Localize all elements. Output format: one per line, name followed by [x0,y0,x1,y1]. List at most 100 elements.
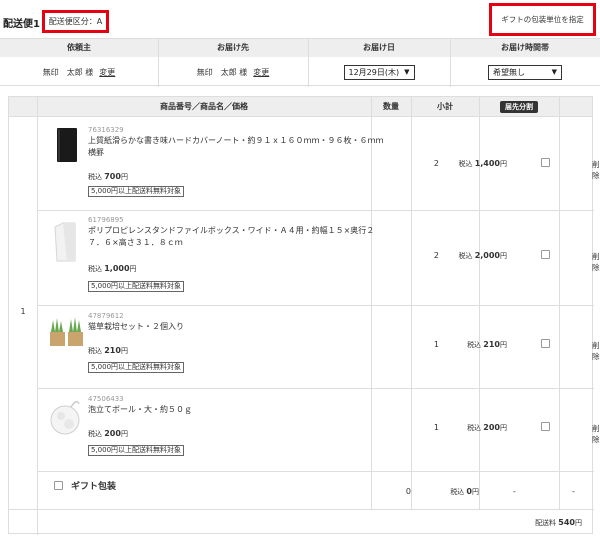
product-price: 税込 700円 [88,172,128,182]
divider [9,509,594,510]
shipping-fee-label: 配送料 [535,519,557,527]
subtotal-prefix: 税込 [467,341,482,349]
product-code: 61796895 [88,216,124,224]
product-code: 47879612 [88,312,124,320]
free-shipping-note: 5,000円以上配送料無料対象 [88,445,185,456]
subtotal-prefix: 税込 [458,252,473,260]
header-split-cell: 届先分割 [479,97,559,117]
time-cell: 希望無し ▼ [450,57,600,87]
sender-cell: 無印 太郎 様 変更 [0,57,158,87]
subtotal-prefix: 税込 [458,160,473,168]
gift-wrap-checkbox[interactable] [54,481,63,490]
free-shipping-note: 5,000円以上配送料無料対象 [88,362,185,373]
file-box-thumbnail [54,222,76,262]
caret-down-icon: ▼ [404,68,410,76]
date-cell: 12月29日(木) ▼ [308,57,450,87]
caret-down-icon: ▼ [551,68,557,76]
quantity: 1 [433,423,439,432]
product-code: 76316329 [88,126,124,134]
group-number: 1 [20,307,26,316]
quantity: 2 [433,159,439,168]
delivery-info-table: 依頼主 お届け先 お届け日 お届け時間帯 無印 太郎 様 変更 無印 太郎 様 … [0,38,600,87]
product-name[interactable]: 上質紙滑らかな書き味ハードカバーノート・約９１ｘ１６０ｍｍ・９６枚・６ｍｍ横罫 [88,135,388,159]
delete-link[interactable]: 削除 [592,423,600,445]
subtotal-unit: 円 [500,160,507,168]
product-code: 47506433 [88,395,124,403]
subtotal-unit: 円 [472,488,479,496]
delivery-time-value: 希望無し [493,67,525,77]
price-unit: 円 [120,347,128,355]
header-qty: 数量 [383,102,399,111]
subtotal-value: 210 [483,340,500,349]
gift-split-value: - [513,487,516,496]
info-col-date: お届け日 [363,43,395,52]
subtotal-value: 200 [483,423,500,432]
split-checkbox[interactable] [541,339,550,348]
subtotal-prefix: 税込 [450,488,465,496]
shipping-fee: 配送料 540円 [535,518,582,528]
subtotal-unit: 円 [500,252,507,260]
table-row: 47879612 猫草栽培セット・２個入り 税込 210円 5,000円以上配送… [37,306,600,388]
header-split: 届先分割 [500,100,538,113]
split-checkbox[interactable] [541,250,550,259]
delete-link[interactable]: 削除 [592,340,600,362]
sender-name: 無印 太郎 様 [42,67,94,77]
recipient-change-link[interactable]: 変更 [253,67,269,78]
notebook-thumbnail [57,128,77,162]
subtotal-unit: 円 [500,341,507,349]
product-price: 税込 1,000円 [88,264,137,274]
subtotal: 税込 2,000円 [439,251,507,261]
subtotal-prefix: 税込 [467,424,482,432]
table-row: 47506433 泡立てボール・大・約５０ｇ 税込 200円 5,000円以上配… [37,389,600,471]
delivery-date-value: 12月29日(木) [348,67,400,77]
delivery-time-select[interactable]: 希望無し ▼ [488,64,562,80]
price-value: 210 [104,346,121,355]
product-price: 税込 210円 [88,346,128,356]
gift-wrap-unit-label: ギフトの包装単位を指定 [501,15,584,24]
shipping-fee-unit: 円 [575,519,582,527]
header-product: 商品番号／商品名／価格 [160,102,248,111]
recipient-cell: 無印 太郎 様 変更 [158,57,308,87]
quantity: 2 [433,251,439,260]
delivery-date-select[interactable]: 12月29日(木) ▼ [343,64,415,80]
split-checkbox[interactable] [541,422,550,431]
free-shipping-note: 5,000円以上配送料無料対象 [88,281,185,292]
product-price: 税込 200円 [88,429,128,439]
table-row: 76316329 上質紙滑らかな書き味ハードカバーノート・約９１ｘ１６０ｍｍ・９… [37,118,600,210]
shipping-fee-value: 540 [558,518,575,527]
delete-link[interactable]: 削除 [592,251,600,273]
gift-wrap-unit-button[interactable]: ギフトの包装単位を指定 [489,3,596,36]
delete-link[interactable]: 削除 [592,159,600,181]
price-unit: 円 [120,173,128,181]
delivery-class-text: 配送便区分：A [48,17,103,26]
gift-quantity: 0 [405,487,411,496]
quantity: 1 [433,340,439,349]
gift-wrap-label: ギフト包装 [71,482,117,492]
sender-change-link[interactable]: 変更 [99,67,115,78]
cat-grass-thumbnail [50,317,83,346]
subtotal: 税込 210円 [439,340,507,350]
gift-wrap-option[interactable]: ギフト包装 [54,479,116,492]
shipment-header: 配送便1 配送便区分：A ギフトの包装単位を指定 [0,0,600,38]
subtotal-value: 1,400 [474,159,500,168]
product-name[interactable]: 泡立てボール・大・約５０ｇ [88,404,388,416]
price-prefix: 税込 [88,265,102,273]
delivery-class-label: 配送便区分：A [42,10,109,33]
gift-delete-value: - [572,487,575,496]
split-checkbox[interactable] [541,158,550,167]
product-name[interactable]: ポリプロピレンスタンドファイルボックス・ワイド・Ａ４用・約幅１５×奥行２７．６×… [88,225,388,249]
price-value: 1,000 [104,264,130,273]
price-prefix: 税込 [88,173,102,181]
foam-ball-thumbnail [50,400,80,435]
price-prefix: 税込 [88,430,102,438]
product-name[interactable]: 猫草栽培セット・２個入り [88,321,388,333]
info-col-sender: 依頼主 [67,43,91,52]
items-table: 商品番号／商品名／価格 数量 小計 届先分割 1 76316329 上質紙滑らか… [8,96,600,535]
subtotal: 税込 1,400円 [439,159,507,169]
price-value: 200 [104,429,121,438]
info-col-recipient: お届け先 [217,43,249,52]
subtotal-value: 2,000 [474,251,500,260]
shipment-title: 配送便1 [3,19,40,30]
header-subtotal: 小計 [437,102,453,111]
price-unit: 円 [120,430,128,438]
